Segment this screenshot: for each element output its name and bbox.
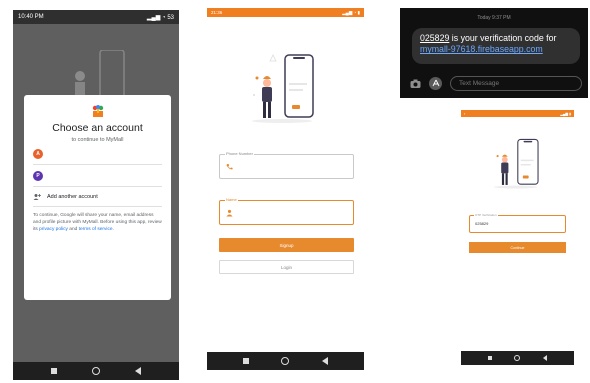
verify-button[interactable]: Continue bbox=[469, 242, 566, 253]
consent-disclaimer: To continue, Google will share your name… bbox=[33, 213, 162, 233]
avatar: A bbox=[33, 148, 43, 159]
phone-icon bbox=[226, 163, 233, 169]
name-field[interactable]: Name bbox=[219, 197, 354, 225]
status-bar: ▪ ▂▄▆ ▮ bbox=[461, 110, 574, 117]
privacy-policy-link[interactable]: privacy policy bbox=[39, 227, 68, 232]
otp-value: 025829 bbox=[475, 221, 489, 226]
avatar: P bbox=[33, 170, 43, 181]
sms-message-bubble[interactable]: 025829 is your verification code for mym… bbox=[412, 28, 580, 64]
dialog-title: Choose an account bbox=[52, 122, 143, 134]
status-time: ▪ bbox=[464, 111, 466, 116]
add-account-label: Add another account bbox=[47, 193, 98, 200]
signup-screen: 21:36 ▂▄▆ ◔ ▮ Phone Number Name Signup L… bbox=[207, 8, 364, 370]
back-icon[interactable] bbox=[135, 367, 142, 375]
android-nav-bar bbox=[207, 352, 364, 370]
status-time: 10:40 PM bbox=[18, 14, 44, 20]
home-icon[interactable] bbox=[91, 367, 100, 375]
text-message-input[interactable]: Text Message bbox=[450, 75, 582, 91]
back-icon[interactable] bbox=[321, 357, 328, 365]
otp-screen: ▪ ▂▄▆ ▮ OTP Verification 025829 Continue bbox=[461, 110, 574, 365]
recents-icon[interactable] bbox=[488, 356, 493, 360]
home-icon[interactable] bbox=[281, 357, 290, 365]
phone-number-label: Phone Number bbox=[225, 151, 254, 156]
status-time: 21:36 bbox=[211, 10, 223, 15]
app-store-icon[interactable] bbox=[429, 76, 442, 90]
sms-compose-bar: Text Message bbox=[400, 72, 588, 94]
name-label: Name bbox=[225, 197, 238, 202]
camera-icon[interactable] bbox=[410, 78, 421, 89]
status-icons: ▂▄▆ ◔ ▮ bbox=[342, 9, 360, 15]
status-bar: 10:40 PM ▂▄▆ ◔ 53 bbox=[13, 10, 179, 24]
android-nav-bar bbox=[461, 351, 574, 365]
home-icon[interactable] bbox=[514, 355, 521, 361]
firebase-link[interactable]: mymall-97618.firebaseapp.com bbox=[420, 44, 543, 54]
person-icon bbox=[226, 209, 233, 216]
verification-code[interactable]: 025829 bbox=[420, 33, 449, 43]
otp-label: OTP Verification bbox=[474, 213, 498, 217]
add-person-icon bbox=[33, 193, 41, 200]
back-icon[interactable] bbox=[542, 355, 547, 361]
account-item-1[interactable]: A bbox=[33, 143, 162, 165]
phone-illustration bbox=[493, 138, 539, 189]
android-nav-bar bbox=[13, 362, 179, 380]
login-button[interactable]: Login bbox=[219, 260, 354, 274]
phone-number-field[interactable]: Phone Number bbox=[219, 151, 354, 179]
message-timestamp: Today 9:37 PM bbox=[477, 15, 511, 21]
recents-icon[interactable] bbox=[50, 368, 57, 374]
google-account-screen: 10:40 PM ▂▄▆ ◔ 53 Choose an account to c… bbox=[13, 10, 179, 380]
status-icons: ▂▄▆ ◔ 53 bbox=[146, 14, 174, 21]
terms-of-service-link[interactable]: terms of service bbox=[79, 227, 113, 232]
status-bar: 21:36 ▂▄▆ ◔ ▮ bbox=[207, 8, 364, 17]
account-item-2[interactable]: P bbox=[33, 165, 162, 187]
sms-notification: Today 9:37 PM 025829 is your verificatio… bbox=[400, 8, 588, 98]
status-icons: ▂▄▆ ▮ bbox=[560, 111, 571, 116]
phone-illustration bbox=[252, 54, 314, 123]
signup-button[interactable]: Signup bbox=[219, 238, 354, 252]
choose-account-dialog: Choose an account to continue to MyMall … bbox=[24, 95, 171, 300]
add-another-account-button[interactable]: Add another account bbox=[33, 187, 162, 207]
recents-icon[interactable] bbox=[243, 358, 250, 364]
app-logo-icon bbox=[92, 105, 103, 117]
otp-input-field[interactable]: OTP Verification 025829 bbox=[469, 213, 566, 233]
